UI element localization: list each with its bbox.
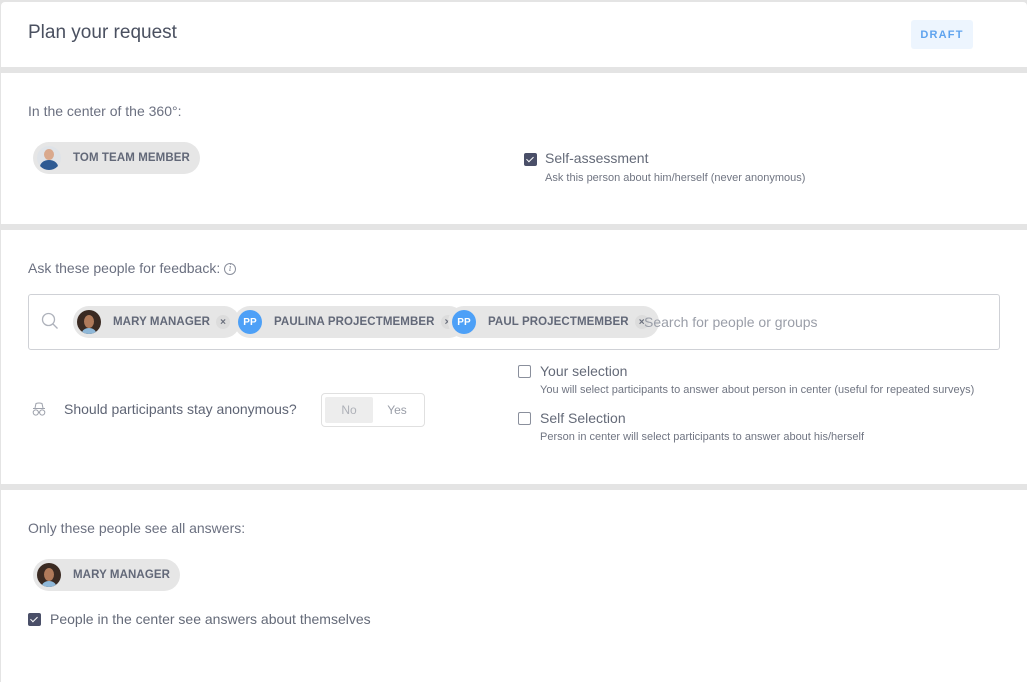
center-section-label: In the center of the 360°: — [28, 103, 182, 119]
feedback-chip: MARY MANAGER × — [73, 306, 241, 338]
self-selection-checkbox[interactable] — [518, 412, 531, 425]
remove-chip-icon[interactable]: × — [216, 315, 231, 329]
visibility-section-label: Only these people see all answers: — [28, 520, 246, 536]
info-icon[interactable]: i — [224, 263, 237, 276]
your-selection-checkbox[interactable] — [518, 365, 531, 378]
anonymous-option-no[interactable]: No — [325, 397, 373, 423]
anonymous-option-yes[interactable]: Yes — [373, 397, 421, 423]
feedback-section: Ask these people for feedback: i MARY MAN… — [1, 230, 1027, 484]
avatar: PP — [452, 310, 476, 334]
self-assessment-checkbox[interactable] — [524, 153, 537, 166]
feedback-chip: PP PAULINA PROJECTMEMBER × — [234, 306, 465, 338]
your-selection-description: You will select participants to answer a… — [540, 384, 975, 396]
feedback-chip: PP PAUL PROJECTMEMBER × — [448, 306, 659, 338]
anonymous-question: Should participants stay anonymous? — [64, 401, 297, 417]
chip-name: PAUL PROJECTMEMBER — [488, 316, 629, 328]
self-selection-label[interactable]: Self Selection — [540, 410, 626, 426]
self-selection-description: Person in center will select participant… — [540, 431, 865, 443]
center-section: In the center of the 360°: TOM TEAM MEMB… — [1, 73, 1027, 224]
incognito-icon — [32, 402, 46, 416]
center-person-name: TOM TEAM MEMBER — [73, 152, 190, 164]
visibility-person-name: MARY MANAGER — [73, 569, 171, 581]
anonymous-toggle[interactable]: No Yes — [321, 393, 425, 427]
feedback-label-text: Ask these people for feedback: — [28, 260, 221, 276]
self-assessment-description: Ask this person about him/herself (never… — [545, 172, 806, 184]
chip-name: MARY MANAGER — [113, 316, 211, 328]
page-title: Plan your request — [28, 22, 177, 43]
self-assessment-label[interactable]: Self-assessment — [545, 150, 648, 166]
visibility-section: Only these people see all answers: MARY … — [1, 490, 1027, 682]
center-person-chip: TOM TEAM MEMBER — [33, 142, 200, 174]
your-selection-label[interactable]: Your selection — [540, 363, 627, 379]
avatar — [37, 146, 61, 170]
chip-name: PAULINA PROJECTMEMBER — [274, 316, 435, 328]
avatar: PP — [238, 310, 262, 334]
center-sees-answers-checkbox[interactable] — [28, 613, 41, 626]
search-icon — [41, 312, 58, 329]
avatar — [77, 310, 101, 334]
header-panel: Plan your request DRAFT — [1, 2, 1027, 67]
status-badge: DRAFT — [911, 20, 973, 49]
avatar — [37, 563, 61, 587]
center-sees-answers-label[interactable]: People in the center see answers about t… — [50, 611, 371, 627]
search-input[interactable] — [644, 309, 984, 335]
people-search-field[interactable]: MARY MANAGER × PP PAULINA PROJECTMEMBER … — [28, 294, 1000, 350]
visibility-person-chip: MARY MANAGER — [33, 559, 181, 591]
feedback-section-label: Ask these people for feedback: i — [28, 260, 237, 276]
